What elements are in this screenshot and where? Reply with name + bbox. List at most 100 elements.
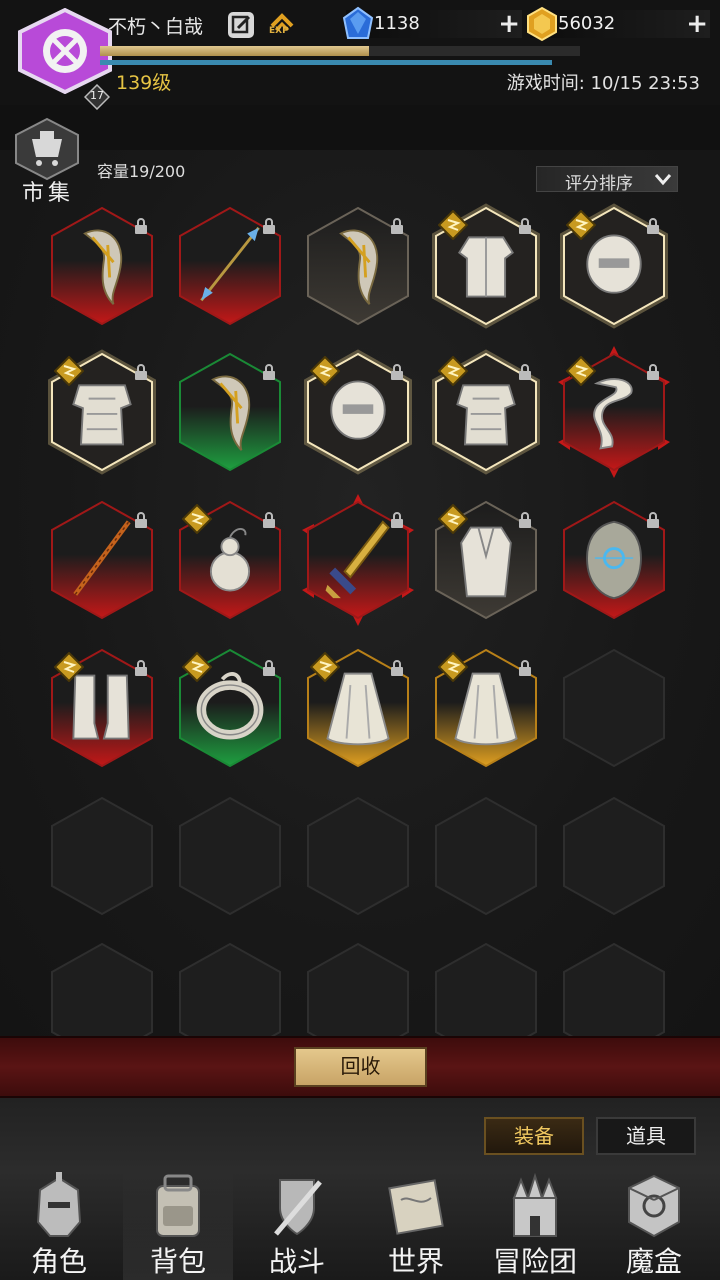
magic-cube-icon	[628, 1174, 680, 1238]
inventory-slot[interactable]	[562, 500, 666, 620]
nav-backpack[interactable]: 背包	[123, 1168, 233, 1280]
horn-icon	[83, 229, 123, 305]
sort-by-score-dropdown[interactable]: 评分排序	[536, 166, 678, 194]
empty-inventory-slot	[562, 796, 666, 916]
inventory-slot[interactable]	[178, 352, 282, 472]
market-cart-icon	[15, 117, 79, 181]
exp-progress-fill	[100, 46, 369, 56]
inventory-slot[interactable]	[432, 203, 540, 329]
inventory-slot[interactable]	[432, 349, 540, 475]
staff-icon	[73, 520, 131, 596]
inventory-slot[interactable]	[50, 648, 154, 768]
castle-icon	[512, 1172, 558, 1237]
diamond-counter: 1138 +	[342, 6, 522, 39]
upgrade-badge-icon	[438, 356, 468, 386]
inventory-slot[interactable]	[434, 648, 538, 768]
exp-progress-bar	[100, 46, 580, 56]
inventory-slot[interactable]	[560, 203, 668, 329]
sword-shield-icon	[274, 1179, 322, 1236]
lock-icon	[135, 512, 147, 528]
nav-battle[interactable]: 战斗	[242, 1168, 352, 1280]
lock-icon	[519, 660, 531, 676]
nav-character[interactable]: 角色	[4, 1168, 114, 1280]
market-label: 市集	[22, 181, 75, 206]
slot-frame	[307, 796, 409, 916]
secondary-progress-bar	[100, 60, 552, 65]
lock-icon	[519, 218, 531, 234]
diamond-amount: 1138	[374, 13, 420, 34]
lock-icon	[519, 364, 531, 380]
lock-icon	[135, 364, 147, 380]
slot-frame	[563, 796, 665, 916]
tab-items[interactable]: 道具	[596, 1117, 696, 1155]
nav-label: 背包	[149, 1245, 206, 1278]
lock-icon	[647, 364, 659, 380]
player-level: 139级	[116, 72, 172, 94]
nav-label: 世界	[387, 1245, 444, 1278]
lock-icon	[135, 218, 147, 234]
upgrade-badge-icon	[566, 356, 596, 386]
add-gold-button[interactable]: +	[686, 11, 708, 37]
nav-world[interactable]: 世界	[361, 1168, 471, 1280]
nav-adventure-team[interactable]: 冒险团	[480, 1168, 590, 1280]
add-diamond-button[interactable]: +	[498, 11, 520, 37]
inventory-slot[interactable]	[50, 500, 154, 620]
lock-icon	[263, 218, 275, 234]
upgrade-badge-icon	[438, 652, 468, 682]
nav-label: 战斗	[268, 1245, 325, 1278]
lock-icon	[647, 218, 659, 234]
empty-inventory-slot	[50, 796, 154, 916]
bottom-navigation: 角色 背包 战斗 世界 冒险团 魔盒	[0, 1168, 720, 1280]
lock-icon	[391, 218, 403, 234]
upgrade-badge-icon	[182, 504, 212, 534]
inventory-slot[interactable]	[306, 648, 410, 768]
upgrade-badge-icon	[438, 210, 468, 240]
exp-label: EXP	[269, 26, 289, 36]
upgrade-badge-icon	[310, 356, 340, 386]
inventory-slot[interactable]	[434, 500, 538, 620]
lock-icon	[263, 660, 275, 676]
nav-label: 角色	[30, 1245, 87, 1278]
horn-icon	[211, 375, 251, 451]
helmet-knight-icon	[36, 1172, 82, 1237]
sort-label: 评分排序	[565, 174, 633, 194]
player-name: 不朽丶白哉	[108, 16, 204, 38]
horn-icon	[339, 229, 379, 305]
upgrade-badge-icon	[438, 504, 468, 534]
slot-frame	[179, 796, 281, 916]
upgrade-badge-icon	[54, 652, 84, 682]
tab-equipment[interactable]: 装备	[484, 1117, 584, 1155]
empty-inventory-slot	[178, 796, 282, 916]
chevron-down-icon	[653, 169, 673, 189]
backpack-icon	[156, 1174, 200, 1237]
empty-inventory-slot	[306, 796, 410, 916]
recycle-button[interactable]: 回收	[294, 1047, 427, 1087]
upgrade-badge-icon	[182, 652, 212, 682]
nav-label: 魔盒	[625, 1245, 682, 1278]
inventory-slot[interactable]	[178, 648, 282, 768]
slot-frame	[51, 796, 153, 916]
lock-icon	[391, 660, 403, 676]
nav-magic-box[interactable]: 魔盒	[599, 1168, 709, 1280]
inventory-slot[interactable]	[178, 500, 282, 620]
game-time: 游戏时间: 10/15 23:53	[506, 73, 700, 94]
inventory-slot[interactable]	[178, 206, 282, 326]
inventory-capacity: 容量19/200	[97, 162, 186, 181]
edit-name-icon[interactable]	[228, 12, 254, 38]
gold-counter: 56032 +	[527, 6, 710, 42]
empty-inventory-slot	[434, 796, 538, 916]
upgrade-badge-icon	[310, 652, 340, 682]
inventory-slot[interactable]	[304, 349, 412, 475]
inventory-slot[interactable]	[558, 346, 670, 478]
inventory-slot[interactable]	[306, 206, 410, 326]
blue-diamond-icon	[342, 6, 374, 39]
inventory-slot[interactable]	[50, 206, 154, 326]
lock-icon	[647, 512, 659, 528]
lock-icon	[519, 512, 531, 528]
inventory-slot[interactable]	[302, 494, 414, 626]
gold-gem-icon	[527, 6, 557, 42]
inventory-slot[interactable]	[48, 349, 156, 475]
slot-frame	[435, 796, 537, 916]
greatsword-icon	[325, 520, 390, 599]
avatar-level-number: 17	[90, 89, 104, 102]
